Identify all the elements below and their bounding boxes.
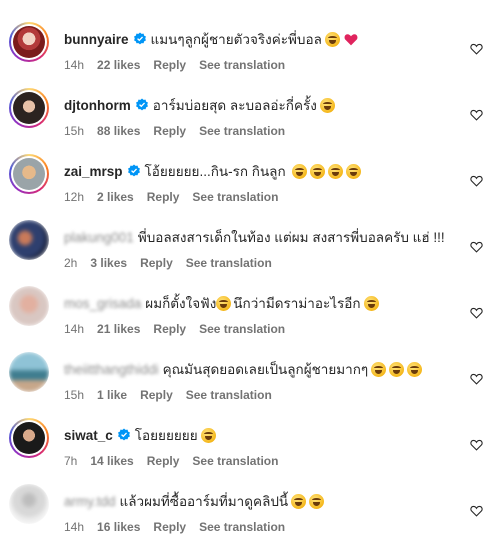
- likes-count[interactable]: 1 like: [97, 388, 127, 402]
- username[interactable]: djtonhorm: [64, 98, 131, 113]
- laughing-face-emoji: [291, 494, 307, 509]
- heart-outline-icon[interactable]: [470, 43, 483, 55]
- comment-text: แมนๆลูกผู้ชายตัวจริงค่ะพี่บอล: [150, 32, 322, 47]
- rolling-laughing-emoji: [291, 164, 307, 179]
- comment-item: plakung001 พี่บอลสงสารเด็กในท้อง แต่ผม สง…: [0, 220, 492, 286]
- reply-button[interactable]: Reply: [140, 256, 173, 270]
- heart-outline-icon[interactable]: [470, 109, 483, 121]
- username[interactable]: theiitthangthiddi: [64, 362, 159, 377]
- username[interactable]: mos_grisada: [64, 296, 141, 311]
- likes-count[interactable]: 22 likes: [97, 58, 140, 72]
- laughing-face-emoji: [309, 494, 325, 509]
- red-heart-emoji: [344, 34, 358, 46]
- verified-badge-icon: [133, 32, 146, 45]
- comment-time: 14h: [64, 322, 85, 336]
- comment-time: 15h: [64, 388, 85, 402]
- rolling-laughing-emoji: [327, 164, 343, 179]
- see-translation-button[interactable]: See translation: [192, 190, 278, 204]
- comment-item: djtonhorm อาร์มบ่อยสุด ละบอลอ่ะกี่ครั้ง 1…: [0, 88, 492, 154]
- likes-count[interactable]: 14 likes: [90, 454, 133, 468]
- see-translation-button[interactable]: See translation: [199, 124, 285, 138]
- avatar[interactable]: [9, 418, 49, 458]
- avatar[interactable]: [9, 220, 49, 260]
- comment-text-continued: นึกว่ามีดราม่าอะไรอีก: [233, 296, 361, 311]
- star-struck-emoji: [324, 32, 340, 47]
- comment-text: ผมก็ตั้งใจฟัง: [145, 296, 217, 311]
- comment-text: แล้วผมที่ซื้ออาร์มที่มาดูคลิปนี้: [119, 494, 289, 509]
- avatar[interactable]: [9, 88, 49, 128]
- comment-item: zai_mrsp โอ้ยยยยย...กิน-รก กินลูก 12h 2 li…: [0, 154, 492, 220]
- avatar[interactable]: [9, 154, 49, 194]
- reply-button[interactable]: Reply: [153, 322, 186, 336]
- username[interactable]: zai_mrsp: [64, 164, 123, 179]
- likes-count[interactable]: 16 likes: [97, 520, 140, 534]
- heart-outline-icon[interactable]: [470, 439, 483, 451]
- laughing-face-emoji: [371, 362, 387, 377]
- laughing-face-emoji: [216, 296, 232, 311]
- see-translation-button[interactable]: See translation: [199, 58, 285, 72]
- laughing-face-emoji: [407, 362, 423, 377]
- likes-count[interactable]: 88 likes: [97, 124, 140, 138]
- likes-count[interactable]: 3 likes: [90, 256, 127, 270]
- reply-button[interactable]: Reply: [140, 388, 173, 402]
- comment-item: mos_grisada ผมก็ตั้งใจฟัง นึกว่ามีดราม่าอะ…: [0, 286, 492, 352]
- reply-button[interactable]: Reply: [153, 58, 186, 72]
- verified-badge-icon: [117, 428, 130, 441]
- heart-outline-icon[interactable]: [470, 241, 483, 253]
- rolling-laughing-emoji: [309, 164, 325, 179]
- comment-item: bunnyaire แมนๆลูกผู้ชายตัวจริงค่ะพี่บอล 1…: [0, 22, 492, 88]
- comment-time: 14h: [64, 58, 85, 72]
- comment-text: พี่บอลสงสารเด็กในท้อง แต่ผม สงสารพี่บอลค…: [137, 230, 445, 245]
- laughing-face-emoji: [319, 98, 335, 113]
- see-translation-button[interactable]: See translation: [199, 520, 285, 534]
- comment-text: โอ้ยยยยย...กิน-รก กินลูก: [144, 164, 286, 179]
- username[interactable]: army.tdd: [64, 494, 116, 509]
- heart-outline-icon[interactable]: [470, 175, 483, 187]
- comment-item: army.tdd แล้วผมที่ซื้ออาร์มที่มาดูคลิปนี้…: [0, 484, 492, 550]
- reply-button[interactable]: Reply: [153, 520, 186, 534]
- comment-time: 7h: [64, 454, 78, 468]
- comment-time: 14h: [64, 520, 85, 534]
- rolling-laughing-emoji: [345, 164, 361, 179]
- see-translation-button[interactable]: See translation: [186, 388, 272, 402]
- see-translation-button[interactable]: See translation: [186, 256, 272, 270]
- likes-count[interactable]: 2 likes: [97, 190, 134, 204]
- laughing-face-emoji: [389, 362, 405, 377]
- reply-button[interactable]: Reply: [147, 190, 180, 204]
- comment-item: siwat_c โอยยยยยย 7h 14 likes Reply See trans…: [0, 418, 492, 484]
- comment-text: คุณมันสุดยอดเลยเป็นลูกผู้ชายมากๆ: [162, 362, 369, 377]
- reply-button[interactable]: Reply: [153, 124, 186, 138]
- comment-time: 15h: [64, 124, 85, 138]
- verified-badge-icon: [127, 164, 140, 177]
- comment-time: 2h: [64, 256, 78, 270]
- username[interactable]: bunnyaire: [64, 32, 129, 47]
- heart-outline-icon[interactable]: [470, 307, 483, 319]
- reply-button[interactable]: Reply: [147, 454, 180, 468]
- avatar[interactable]: [9, 484, 49, 524]
- heart-outline-icon[interactable]: [470, 505, 483, 517]
- avatar[interactable]: [9, 352, 49, 392]
- see-translation-button[interactable]: See translation: [192, 454, 278, 468]
- avatar[interactable]: [9, 286, 49, 326]
- see-translation-button[interactable]: See translation: [199, 322, 285, 336]
- laughing-face-emoji: [363, 296, 379, 311]
- laughing-face-emoji: [200, 428, 216, 443]
- comment-text: อาร์มบ่อยสุด ละบอลอ่ะกี่ครั้ง: [152, 98, 317, 113]
- avatar[interactable]: [9, 22, 49, 62]
- heart-outline-icon[interactable]: [470, 373, 483, 385]
- comment-item: theiitthangthiddi คุณมันสุดยอดเลยเป็นลูกผ…: [0, 352, 492, 418]
- verified-badge-icon: [135, 98, 148, 111]
- username[interactable]: plakung001: [64, 230, 134, 245]
- comment-text: โอยยยยยย: [134, 428, 198, 443]
- username[interactable]: siwat_c: [64, 428, 113, 443]
- likes-count[interactable]: 21 likes: [97, 322, 140, 336]
- comment-time: 12h: [64, 190, 85, 204]
